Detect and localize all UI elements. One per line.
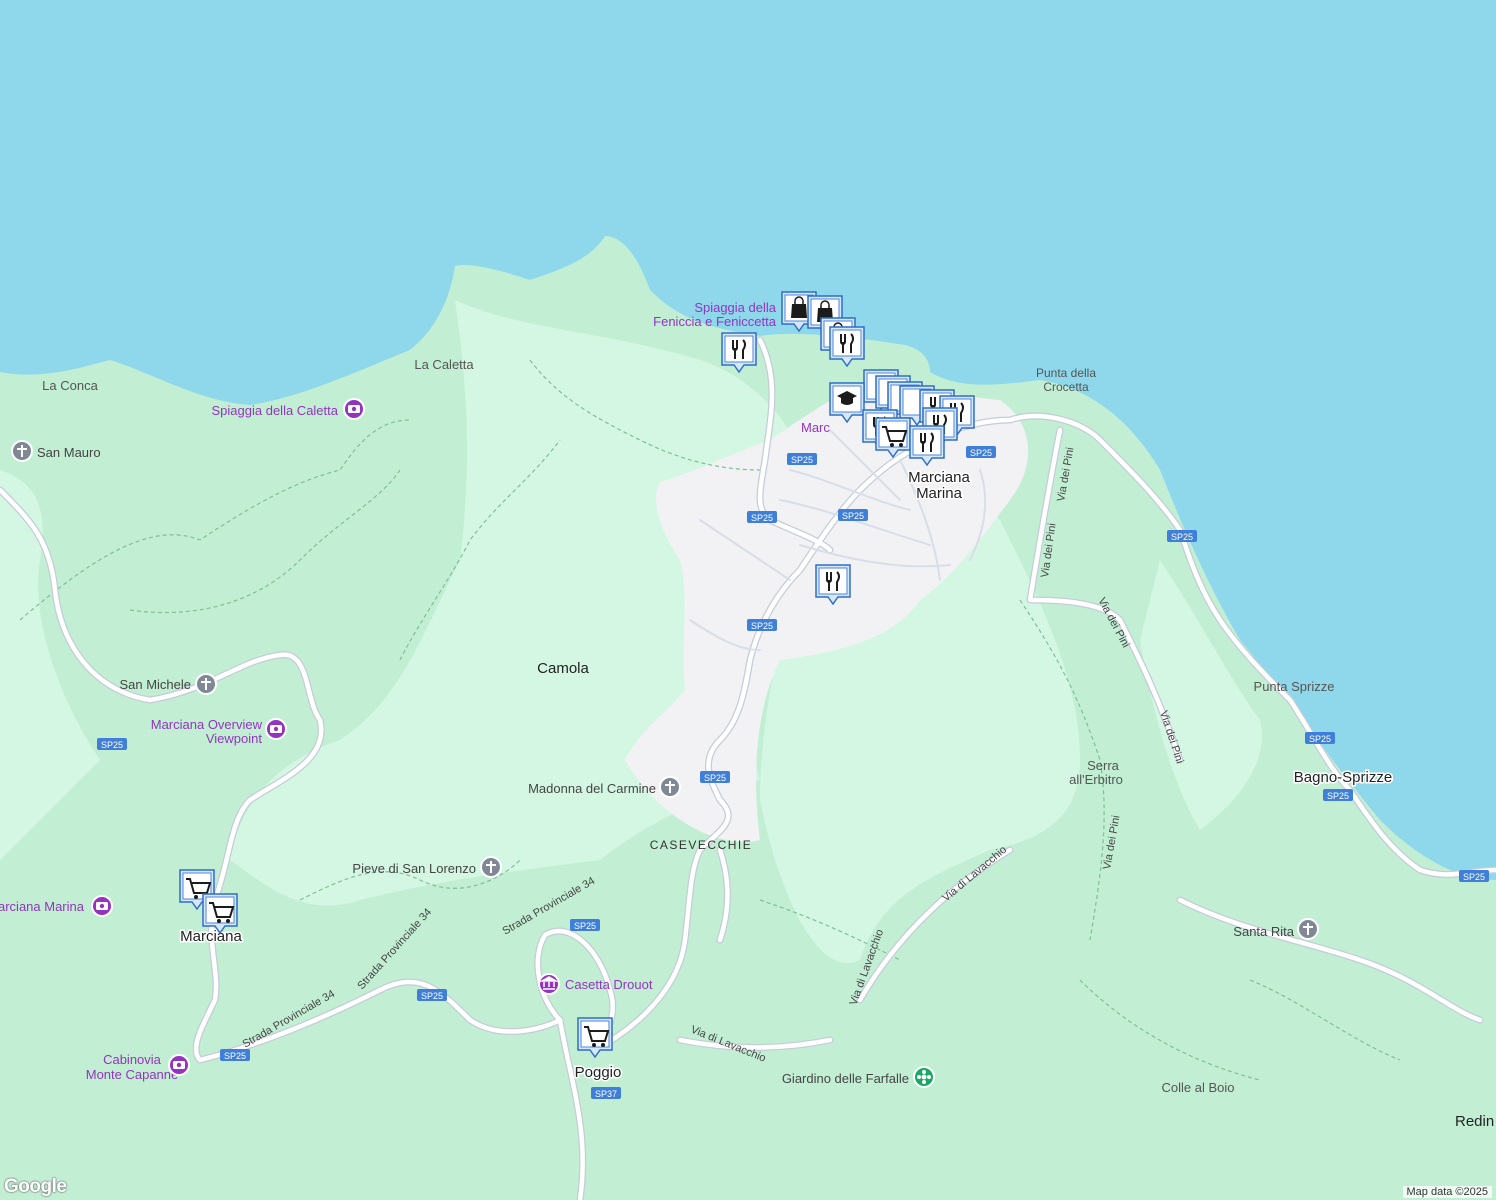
svg-text:SP25: SP25 bbox=[1463, 872, 1485, 882]
route-badge-sp25: SP25 bbox=[570, 919, 600, 931]
camera-icon[interactable] bbox=[91, 895, 113, 917]
place-label-madonna-carmine: Madonna del Carmine bbox=[528, 781, 656, 796]
place-label-serra-2: all'Erbitro bbox=[1069, 772, 1123, 787]
route-badge-sp25: SP25 bbox=[1323, 789, 1353, 801]
route-badge-sp25: SP25 bbox=[417, 989, 447, 1001]
svg-text:SP25: SP25 bbox=[704, 773, 726, 783]
route-badge-sp25: SP25 bbox=[1459, 870, 1489, 882]
place-label-camola: Camola bbox=[537, 660, 589, 677]
place-label-la-caletta: La Caletta bbox=[414, 357, 474, 372]
poi-label-overview-2: Viewpoint bbox=[206, 731, 263, 746]
place-label-santa-rita: Santa Rita bbox=[1233, 924, 1294, 939]
place-label-punta-crocetta-2: Crocetta bbox=[1043, 380, 1089, 394]
church-icon[interactable] bbox=[480, 856, 502, 878]
poi-label-marciana-clipped: Marc bbox=[801, 420, 830, 435]
poi-label-cabinovia-2: Monte Capanne bbox=[86, 1067, 179, 1082]
church-icon[interactable] bbox=[659, 776, 681, 798]
svg-text:SP25: SP25 bbox=[1309, 734, 1331, 744]
map-attribution[interactable]: Map data ©2025 bbox=[1402, 1186, 1492, 1198]
poi-label-marciana-marina-west: arciana Marina bbox=[0, 899, 85, 914]
place-label-casevecchie: CASEVECCHIE bbox=[650, 838, 753, 852]
camera-icon[interactable] bbox=[168, 1054, 190, 1076]
place-label-punta-sprizze: Punta Sprizze bbox=[1254, 679, 1335, 694]
place-label-colle-boio: Colle al Boio bbox=[1162, 1080, 1235, 1095]
map-canvas[interactable]: SP25 SP25 SP25 SP25 SP25 SP25 SP25 SP25 … bbox=[0, 0, 1496, 1200]
poi-label-feniccia-2: Feniccia e Feniccetta bbox=[653, 314, 777, 329]
svg-text:SP25: SP25 bbox=[421, 991, 443, 1001]
place-label-san-mauro: San Mauro bbox=[37, 445, 101, 460]
svg-text:SP25: SP25 bbox=[970, 448, 992, 458]
poi-label-cabinovia-1: Cabinovia bbox=[103, 1052, 162, 1067]
church-icon[interactable] bbox=[195, 673, 217, 695]
town-label-poggio: Poggio bbox=[575, 1064, 622, 1081]
place-label-punta-crocetta-1: Punta della bbox=[1036, 366, 1096, 380]
poi-label-caletta-beach: Spiaggia della Caletta bbox=[212, 403, 339, 418]
route-badge-sp25: SP25 bbox=[747, 619, 777, 631]
church-icon[interactable] bbox=[11, 440, 33, 462]
town-label-marciana-marina-2: Marina bbox=[916, 485, 963, 502]
svg-text:SP25: SP25 bbox=[751, 513, 773, 523]
svg-text:SP25: SP25 bbox=[574, 921, 596, 931]
route-badge-sp25: SP25 bbox=[97, 738, 127, 750]
route-badge-sp25: SP25 bbox=[787, 453, 817, 465]
poi-label-feniccia-1: Spiaggia della bbox=[694, 300, 776, 315]
museum-icon[interactable] bbox=[538, 973, 560, 995]
place-label-bagno-sprizze: Bagno-Sprizze bbox=[1294, 769, 1392, 786]
camera-icon[interactable] bbox=[265, 718, 287, 740]
camera-icon[interactable] bbox=[343, 398, 365, 420]
church-icon[interactable] bbox=[1297, 918, 1319, 940]
route-badge-sp25: SP25 bbox=[700, 771, 730, 783]
svg-text:SP37: SP37 bbox=[595, 1089, 617, 1099]
place-label-san-michele: San Michele bbox=[119, 677, 191, 692]
route-badge-sp25: SP25 bbox=[966, 446, 996, 458]
route-badge-sp25: SP25 bbox=[747, 511, 777, 523]
place-label-giardino-farfalle: Giardino delle Farfalle bbox=[782, 1071, 909, 1086]
place-label-redin: Redin bbox=[1455, 1113, 1494, 1130]
route-badge-sp25: SP25 bbox=[1167, 530, 1197, 542]
place-label-serra-1: Serra bbox=[1087, 758, 1120, 773]
google-logo: Google bbox=[4, 1176, 67, 1197]
svg-text:SP25: SP25 bbox=[224, 1051, 246, 1061]
place-label-pieve-san-lorenzo: Pieve di San Lorenzo bbox=[352, 861, 476, 876]
town-label-marciana: Marciana bbox=[180, 928, 242, 945]
route-badge-sp37: SP37 bbox=[591, 1087, 621, 1099]
svg-text:SP25: SP25 bbox=[101, 740, 123, 750]
poi-label-overview-1: Marciana Overview bbox=[151, 717, 263, 732]
route-badge-sp25: SP25 bbox=[838, 509, 868, 521]
svg-text:SP25: SP25 bbox=[791, 455, 813, 465]
poi-label-casetta: Casetta Drouot bbox=[565, 977, 653, 992]
place-label-la-conca: La Conca bbox=[42, 378, 98, 393]
flower-icon[interactable] bbox=[913, 1066, 935, 1088]
route-badge-sp25: SP25 bbox=[1305, 732, 1335, 744]
svg-text:SP25: SP25 bbox=[751, 621, 773, 631]
svg-text:SP25: SP25 bbox=[1327, 791, 1349, 801]
svg-text:SP25: SP25 bbox=[1171, 532, 1193, 542]
svg-text:SP25: SP25 bbox=[842, 511, 864, 521]
town-label-marciana-marina-1: Marciana bbox=[908, 469, 970, 486]
